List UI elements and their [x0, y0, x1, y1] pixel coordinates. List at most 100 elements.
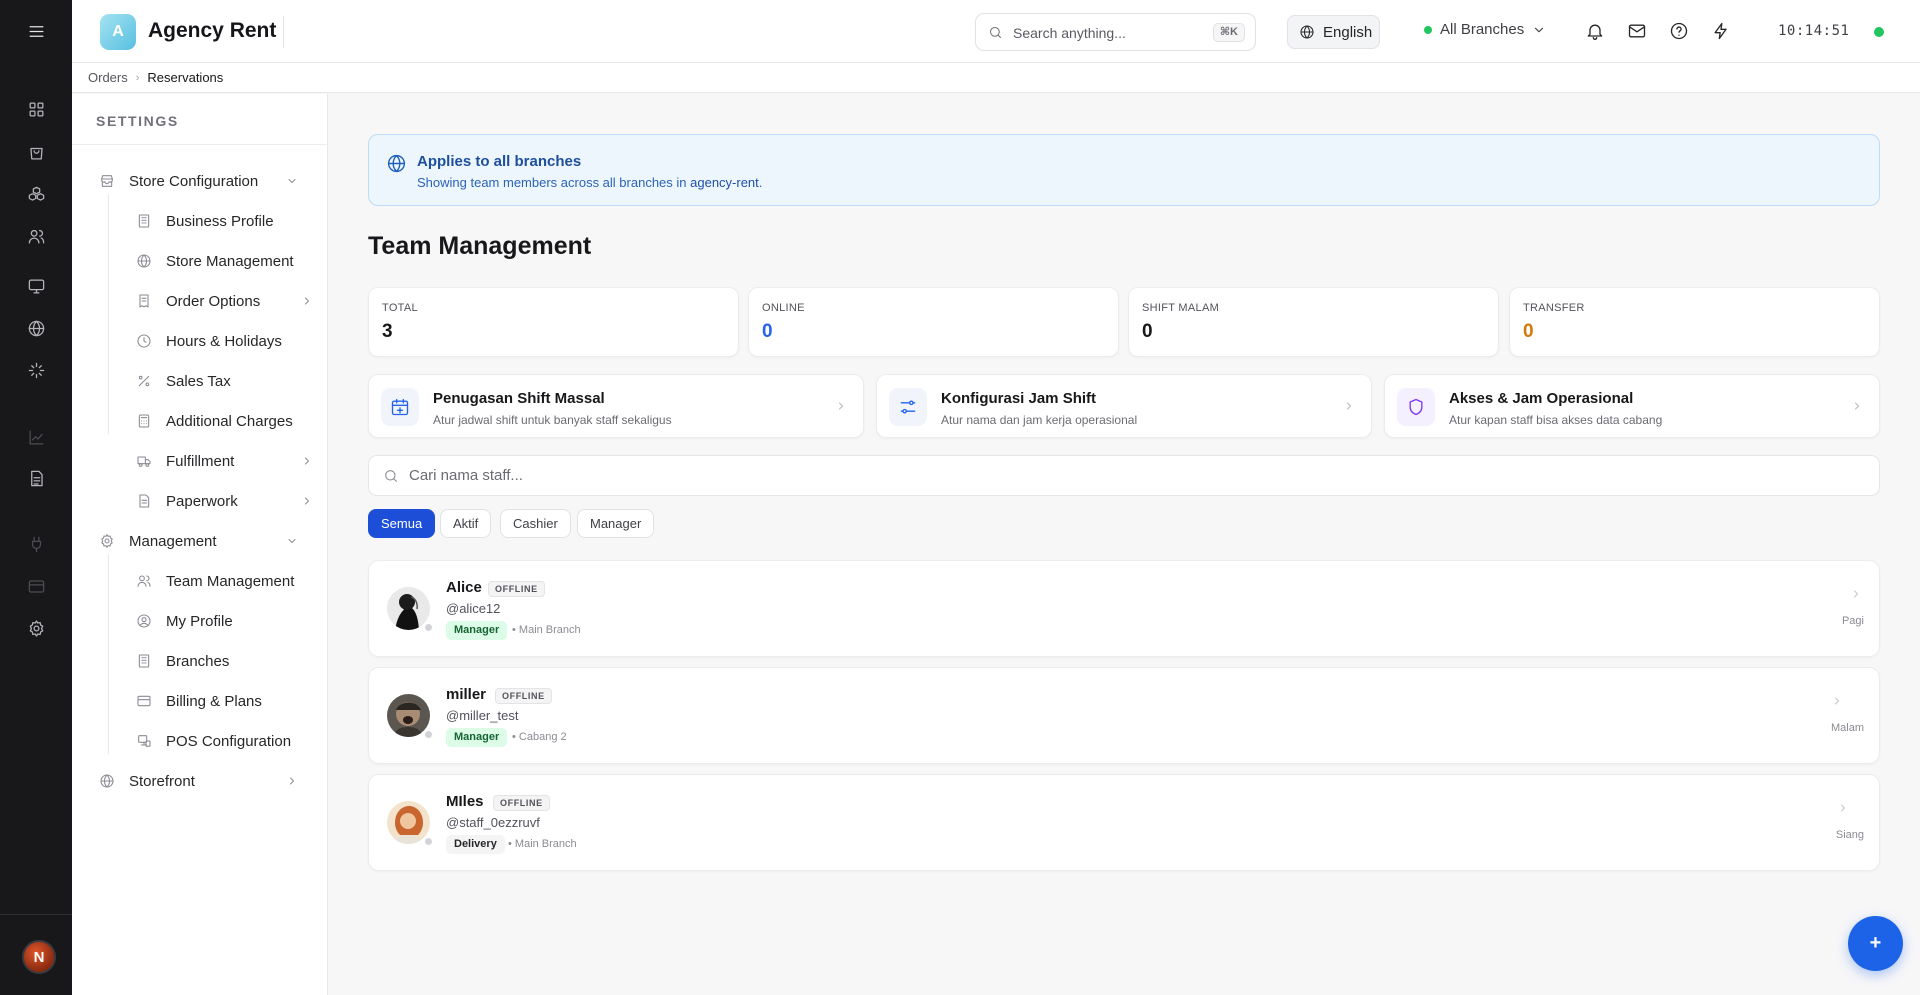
- member-branch: • Cabang 2: [512, 731, 567, 743]
- breadcrumb-current: Reservations: [147, 70, 224, 85]
- sidebar-item-paperwork[interactable]: Paperwork: [136, 489, 238, 513]
- globe-icon[interactable]: [22, 314, 50, 342]
- action-title: Akses & Jam Operasional: [1449, 390, 1634, 407]
- member-card[interactable]: MIles OFFLINE @staff_0ezzruvf Delivery •…: [368, 774, 1880, 871]
- clock: 10:14:51: [1778, 23, 1850, 39]
- action-card-access-hours[interactable]: Akses & Jam Operasional Atur kapan staff…: [1384, 374, 1880, 438]
- settings-gear-icon[interactable]: [22, 614, 50, 642]
- chevron-right-icon: ›: [135, 71, 140, 84]
- sidebar-item-fulfillment[interactable]: Fulfillment: [136, 449, 234, 473]
- sidebar-item-branches[interactable]: Branches: [136, 649, 229, 673]
- chevron-right-icon[interactable]: [301, 495, 313, 507]
- member-name: miller: [446, 686, 487, 703]
- presence-dot: [423, 836, 434, 847]
- page-title: Team Management: [368, 232, 592, 260]
- filter-chip-semua[interactable]: Semua: [368, 509, 436, 538]
- branch-selector[interactable]: All Branches: [1424, 21, 1546, 38]
- branch-status-dot: [1424, 25, 1432, 34]
- mail-icon[interactable]: [1627, 21, 1648, 42]
- chevron-right-icon[interactable]: [286, 775, 298, 787]
- action-card-shift-config[interactable]: Konfigurasi Jam Shift Atur nama dan jam …: [876, 374, 1372, 438]
- monitor-icon[interactable]: [22, 272, 50, 300]
- search-placeholder: Search anything...: [1013, 25, 1126, 41]
- filter-chip-manager[interactable]: Manager: [577, 509, 655, 538]
- stat-label: SHIFT MALAM: [1142, 302, 1220, 314]
- sidebar-item-billing-plans[interactable]: Billing & Plans: [136, 689, 262, 713]
- breadcrumb-parent[interactable]: Orders: [88, 70, 128, 85]
- boxes-icon[interactable]: [22, 180, 50, 208]
- sidebar-item-hours-holidays[interactable]: Hours & Holidays: [136, 329, 282, 353]
- rail-divider: [0, 914, 72, 915]
- add-member-fab[interactable]: +: [1848, 916, 1903, 971]
- user-avatar[interactable]: N: [22, 940, 56, 974]
- chevron-down-icon[interactable]: [286, 535, 298, 547]
- status-badge: OFFLINE: [495, 688, 552, 704]
- chevron-right-icon: [1837, 802, 1849, 814]
- member-shift: Malam: [1830, 722, 1864, 734]
- help-icon[interactable]: [1669, 21, 1690, 42]
- dashboard-icon[interactable]: [22, 95, 50, 123]
- sidebar-section-label: Storefront: [129, 772, 195, 790]
- globe-icon: [99, 773, 115, 789]
- action-title: Konfigurasi Jam Shift: [941, 390, 1097, 407]
- chevron-down-icon: [1524, 23, 1546, 37]
- users-icon[interactable]: [22, 222, 50, 250]
- sidebar-item-sales-tax[interactable]: Sales Tax: [136, 369, 231, 393]
- role-badge: Delivery: [446, 835, 505, 854]
- plug-icon[interactable]: [22, 530, 50, 558]
- stat-card-online: ONLINE 0: [748, 287, 1119, 357]
- sidebar-item-store-management[interactable]: Store Management: [136, 249, 294, 273]
- member-card[interactable]: miller OFFLINE @miller_test Manager • Ca…: [368, 667, 1880, 764]
- sidebar-item-pos-configuration[interactable]: POS Configuration: [136, 729, 291, 753]
- member-name: Alice: [446, 579, 482, 596]
- member-branch: • Main Branch: [512, 624, 581, 636]
- sidebar-section-store-configuration[interactable]: Store Configuration: [99, 169, 258, 193]
- building-icon: [136, 653, 152, 669]
- chevron-down-icon[interactable]: [286, 175, 298, 187]
- stat-value: 0: [1523, 321, 1534, 342]
- credit-card-icon[interactable]: [22, 572, 50, 600]
- sidebar-item-team-management[interactable]: Team Management: [136, 569, 294, 593]
- sidebar-section-management[interactable]: Management: [99, 529, 217, 553]
- chevron-right-icon: [1850, 588, 1862, 600]
- app-title: Agency Rent: [148, 19, 277, 42]
- member-branch: • Main Branch: [508, 838, 577, 850]
- header-divider: [283, 16, 284, 48]
- bell-icon[interactable]: [1585, 21, 1606, 42]
- member-username: @alice12: [446, 601, 501, 616]
- sidebar-item-business-profile[interactable]: Business Profile: [136, 209, 274, 233]
- sidebar-section-storefront[interactable]: Storefront: [99, 769, 195, 793]
- sidebar-item-order-options[interactable]: Order Options: [136, 289, 260, 313]
- chevron-right-icon[interactable]: [301, 455, 313, 467]
- member-username: @miller_test: [446, 708, 519, 723]
- menu-icon[interactable]: [22, 17, 50, 45]
- filter-chip-aktif[interactable]: Aktif: [440, 509, 492, 538]
- action-title: Penugasan Shift Massal: [433, 390, 605, 407]
- language-button[interactable]: English: [1287, 15, 1380, 49]
- file-text-icon[interactable]: [22, 464, 50, 492]
- app-logo[interactable]: A: [100, 14, 136, 50]
- status-badge: OFFLINE: [488, 581, 545, 597]
- sidebar-item-my-profile[interactable]: My Profile: [136, 609, 233, 633]
- sliders-icon: [889, 388, 927, 426]
- globe-icon: [1299, 24, 1315, 40]
- filter-chip-cashier[interactable]: Cashier: [500, 509, 571, 538]
- shopping-bag-icon[interactable]: [22, 138, 50, 166]
- credit-card-icon: [136, 693, 152, 709]
- stat-value: 0: [1142, 321, 1153, 342]
- document-icon: [136, 493, 152, 509]
- sparkles-icon[interactable]: [22, 356, 50, 384]
- sidebar-item-additional-charges[interactable]: Additional Charges: [136, 409, 293, 433]
- presence-dot: [423, 622, 434, 633]
- lightning-icon[interactable]: [1711, 21, 1732, 42]
- search-icon: [988, 25, 1003, 40]
- staff-search-input[interactable]: [409, 456, 1809, 495]
- breadcrumb: Orders › Reservations: [72, 63, 1920, 93]
- global-search[interactable]: Search anything... ⌘K: [975, 13, 1256, 51]
- sidebar-item-label: POS Configuration: [166, 732, 292, 750]
- chart-icon[interactable]: [22, 423, 50, 451]
- chevron-right-icon[interactable]: [301, 295, 313, 307]
- member-card[interactable]: Alice OFFLINE @alice12 Manager • Main Br…: [368, 560, 1880, 657]
- action-card-shift-assignment[interactable]: Penugasan Shift Massal Atur jadwal shift…: [368, 374, 864, 438]
- stat-value: 3: [382, 321, 393, 342]
